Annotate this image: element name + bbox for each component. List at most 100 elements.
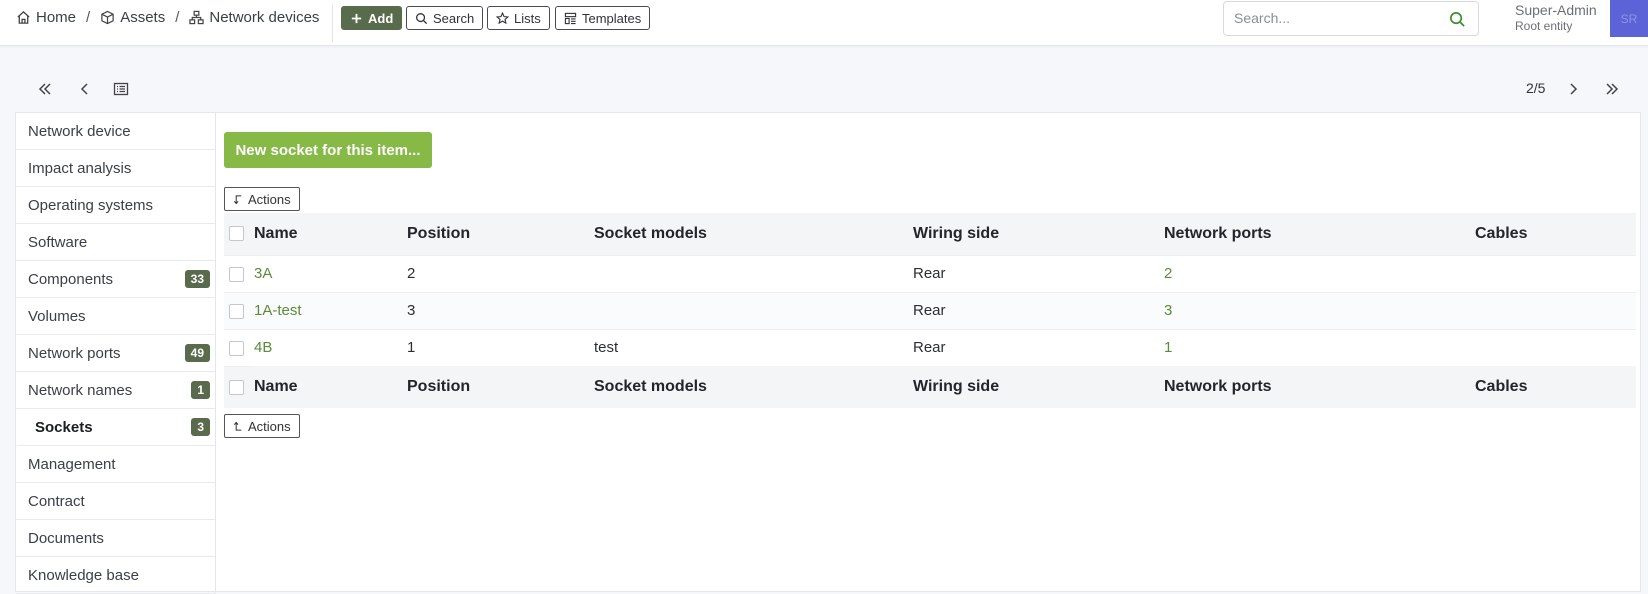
chevron-right-icon bbox=[1570, 83, 1578, 95]
cell-cables bbox=[1475, 328, 1636, 366]
cell-position: 2 bbox=[407, 254, 594, 292]
table-row: 1A-test 3 Rear 3 bbox=[224, 291, 1636, 329]
table-header: Name Position Socket models Wiring side … bbox=[224, 213, 1636, 255]
box-icon bbox=[101, 10, 114, 25]
list-icon bbox=[113, 82, 129, 96]
column-socket-models[interactable]: Socket models bbox=[594, 366, 913, 408]
tab-operating-systems[interactable]: Operating systems bbox=[16, 187, 215, 224]
column-wiring-side[interactable]: Wiring side bbox=[913, 366, 1164, 408]
user-name[interactable]: Super-Admin bbox=[1515, 2, 1597, 18]
breadcrumb-home[interactable]: Home bbox=[16, 9, 76, 26]
cell-socket-model bbox=[594, 254, 913, 292]
column-network-ports[interactable]: Network ports bbox=[1164, 213, 1475, 255]
tab-management[interactable]: Management bbox=[16, 446, 215, 483]
search-icon[interactable] bbox=[1449, 11, 1466, 28]
add-button[interactable]: Add bbox=[341, 6, 403, 30]
count-badge: 33 bbox=[184, 270, 210, 288]
templates-button[interactable]: Templates bbox=[555, 6, 651, 30]
network-ports-link[interactable]: 3 bbox=[1164, 302, 1172, 319]
column-name[interactable]: Name bbox=[254, 366, 407, 408]
row-checkbox[interactable] bbox=[229, 266, 244, 282]
tab-volumes[interactable]: Volumes bbox=[16, 298, 215, 335]
list-view-button[interactable] bbox=[110, 79, 132, 99]
search-input[interactable] bbox=[1234, 10, 1434, 26]
table-footer-header: Name Position Socket models Wiring side … bbox=[224, 365, 1636, 408]
arrow-turn-up-icon bbox=[233, 421, 242, 431]
cell-wiring-side: Rear bbox=[913, 254, 1164, 292]
tab-network-device[interactable]: Network device bbox=[16, 113, 215, 150]
top-header: Home / Assets / Network devices Add Sear… bbox=[0, 0, 1648, 46]
header-divider bbox=[332, 4, 333, 42]
breadcrumb-network-devices[interactable]: Network devices bbox=[189, 9, 319, 26]
tab-impact-analysis[interactable]: Impact analysis bbox=[16, 150, 215, 187]
breadcrumb-separator: / bbox=[86, 9, 91, 26]
avatar[interactable]: SR bbox=[1610, 0, 1648, 37]
tab-software[interactable]: Software bbox=[16, 224, 215, 261]
column-cables[interactable]: Cables bbox=[1475, 366, 1636, 408]
actions-button-top[interactable]: Actions bbox=[224, 187, 300, 211]
column-network-ports[interactable]: Network ports bbox=[1164, 366, 1475, 408]
column-position[interactable]: Position bbox=[407, 213, 594, 255]
row-checkbox[interactable] bbox=[229, 303, 244, 319]
first-item-button[interactable] bbox=[34, 79, 56, 99]
count-badge: 49 bbox=[184, 344, 210, 362]
lists-button[interactable]: Lists bbox=[487, 6, 550, 30]
tab-network-names[interactable]: Network names 1 bbox=[16, 372, 215, 409]
network-ports-link[interactable]: 2 bbox=[1164, 265, 1172, 282]
network-ports-link[interactable]: 1 bbox=[1164, 339, 1172, 356]
cell-socket-model bbox=[594, 291, 913, 329]
home-icon bbox=[17, 10, 30, 24]
count-badge: 1 bbox=[191, 381, 210, 399]
global-search bbox=[1223, 1, 1479, 36]
user-entity[interactable]: Root entity bbox=[1515, 19, 1572, 33]
tab-sockets[interactable]: Sockets 3 bbox=[16, 409, 215, 446]
plus-icon bbox=[351, 13, 362, 23]
tab-components[interactable]: Components 33 bbox=[16, 261, 215, 298]
cell-wiring-side: Rear bbox=[913, 291, 1164, 329]
table-row: 4B 1 test Rear 1 bbox=[224, 328, 1636, 366]
sockets-table: Name Position Socket models Wiring side … bbox=[224, 213, 1636, 408]
breadcrumb: Home / Assets / Network devices bbox=[16, 9, 319, 26]
column-position[interactable]: Position bbox=[407, 366, 594, 408]
breadcrumb-separator: / bbox=[175, 9, 180, 26]
actions-button-bottom[interactable]: Actions bbox=[224, 414, 300, 438]
previous-item-button[interactable] bbox=[74, 79, 96, 99]
cell-cables bbox=[1475, 291, 1636, 329]
next-item-button[interactable] bbox=[1562, 79, 1584, 99]
tab-network-ports[interactable]: Network ports 49 bbox=[16, 335, 215, 372]
column-name[interactable]: Name bbox=[254, 213, 407, 255]
star-icon bbox=[496, 11, 509, 24]
column-wiring-side[interactable]: Wiring side bbox=[913, 213, 1164, 255]
template-icon bbox=[564, 12, 577, 24]
count-badge: 3 bbox=[191, 418, 210, 436]
socket-name-link[interactable]: 3A bbox=[254, 265, 272, 282]
row-checkbox[interactable] bbox=[229, 340, 244, 356]
cell-cables bbox=[1475, 254, 1636, 292]
chevron-left-icon bbox=[80, 83, 88, 95]
tab-contract[interactable]: Contract bbox=[16, 483, 215, 520]
column-cables[interactable]: Cables bbox=[1475, 213, 1636, 255]
search-button[interactable]: Search bbox=[406, 6, 484, 30]
tab-knowledge-base[interactable]: Knowledge base bbox=[16, 557, 215, 594]
socket-name-link[interactable]: 1A-test bbox=[254, 302, 302, 319]
socket-name-link[interactable]: 4B bbox=[254, 339, 272, 356]
select-all-checkbox[interactable] bbox=[229, 226, 244, 242]
cell-position: 3 bbox=[407, 291, 594, 329]
pager-position: 2/5 bbox=[1526, 80, 1546, 96]
network-icon bbox=[189, 10, 205, 25]
table-row: 3A 2 Rear 2 bbox=[224, 254, 1636, 292]
last-item-button[interactable] bbox=[1601, 79, 1623, 99]
item-card: Network device Impact analysis Operating… bbox=[15, 112, 1641, 594]
tab-documents[interactable]: Documents bbox=[16, 520, 215, 557]
cell-wiring-side: Rear bbox=[913, 328, 1164, 366]
new-socket-button[interactable]: New socket for this item... bbox=[224, 132, 432, 168]
column-socket-models[interactable]: Socket models bbox=[594, 213, 913, 255]
cell-socket-model: test bbox=[594, 328, 913, 366]
arrow-turn-down-icon bbox=[233, 194, 242, 204]
double-chevron-right-icon bbox=[1606, 83, 1619, 95]
select-all-checkbox[interactable] bbox=[229, 379, 244, 395]
search-icon bbox=[416, 12, 428, 24]
cell-position: 1 bbox=[407, 328, 594, 366]
side-tabs: Network device Impact analysis Operating… bbox=[16, 113, 216, 594]
breadcrumb-assets[interactable]: Assets bbox=[100, 9, 165, 26]
